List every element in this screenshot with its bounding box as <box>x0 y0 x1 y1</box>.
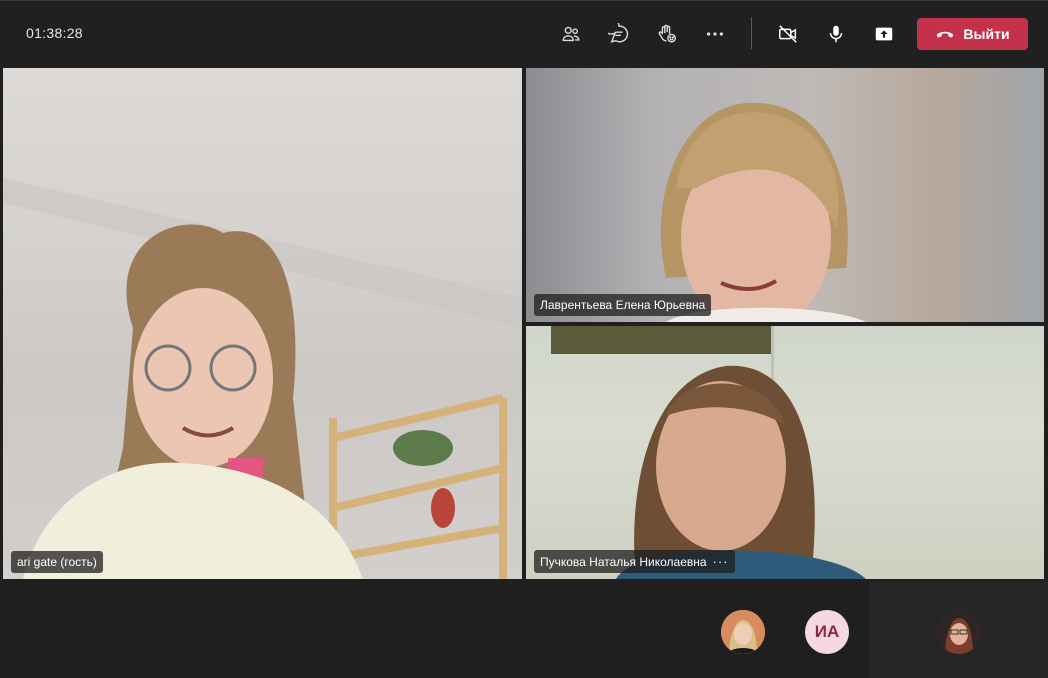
phone-hangup-icon <box>937 31 954 38</box>
raise-hand-icon[interactable] <box>652 19 682 49</box>
participant-name: ari gate (гость) <box>17 555 97 569</box>
people-icon[interactable] <box>556 19 586 49</box>
participant-name-tag: Пучкова Наталья Николаевна ··· <box>534 550 735 573</box>
avatar-image <box>721 610 765 654</box>
meeting-timer: 01:38:28 <box>26 25 83 41</box>
share-screen-icon[interactable] <box>869 19 899 49</box>
participant-video-1 <box>3 178 522 579</box>
meeting-toolbar: 01:38:28 Выйти <box>0 0 1048 67</box>
microphone-icon[interactable] <box>821 19 851 49</box>
participant-video-3 <box>551 326 866 579</box>
video-tile-participant-1[interactable]: ari gate (гость) <box>3 68 522 579</box>
leave-button-label: Выйти <box>963 26 1010 42</box>
camera-off-icon[interactable] <box>773 19 803 49</box>
participant-video-2 <box>660 102 866 322</box>
participant-more-options-icon[interactable]: ··· <box>713 554 729 569</box>
more-options-icon[interactable] <box>700 19 730 49</box>
participant-avatar-photo[interactable] <box>721 610 765 654</box>
video-tile-participant-2[interactable]: Лаврентьева Елена Юрьевна <box>526 68 1044 322</box>
toolbar-divider <box>751 17 752 49</box>
participant-name-tag: ari gate (гость) <box>11 551 103 573</box>
self-avatar-photo[interactable] <box>937 610 981 654</box>
participant-name-tag: Лаврентьева Елена Юрьевна <box>534 294 712 316</box>
avatar-image <box>937 610 981 654</box>
video-tile-participant-3[interactable]: Пучкова Наталья Николаевна ··· <box>526 326 1044 579</box>
chat-icon[interactable] <box>604 19 634 49</box>
participant-name: Лаврентьева Елена Юрьевна <box>540 298 706 312</box>
avatar-initials: ИА <box>814 622 840 641</box>
participant-name: Пучкова Наталья Николаевна <box>540 554 707 569</box>
participant-avatar-initials[interactable]: ИА <box>805 610 849 654</box>
leave-meeting-button[interactable]: Выйти <box>917 18 1028 50</box>
